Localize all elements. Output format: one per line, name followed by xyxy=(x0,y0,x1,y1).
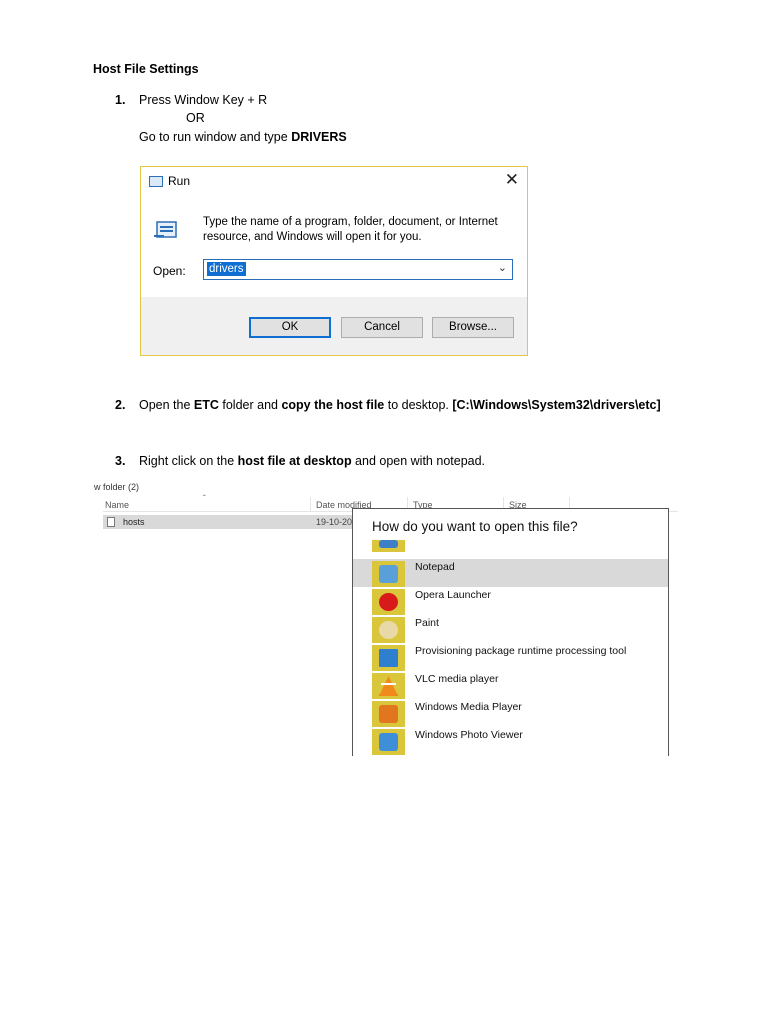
file-row-hosts[interactable]: hosts 19-10-20 xyxy=(103,515,353,529)
step-2-text: Open the ETC folder and copy the host fi… xyxy=(139,398,661,412)
open-combobox-value: drivers xyxy=(207,262,246,276)
app-label: VLC media player xyxy=(415,673,499,685)
run-app-icon xyxy=(149,175,163,187)
app-label: Windows Photo Viewer xyxy=(415,729,523,741)
media-player-icon xyxy=(372,701,405,727)
app-item-vlc[interactable]: VLC media player xyxy=(353,671,668,699)
cancel-button[interactable]: Cancel xyxy=(341,317,423,338)
run-description: Type the name of a program, folder, docu… xyxy=(203,216,498,243)
step-1-line-3: Go to run window and type DRIVERS xyxy=(139,130,347,144)
open-label: Open: xyxy=(153,264,186,278)
app-label: Notepad xyxy=(415,561,455,573)
ok-button[interactable]: OK xyxy=(249,317,331,338)
app-label: Paint xyxy=(415,617,439,629)
app-item-provisioning[interactable]: Provisioning package runtime processing … xyxy=(353,643,668,671)
app-item-media-player[interactable]: Windows Media Player xyxy=(353,699,668,727)
chevron-down-icon[interactable]: ⌄ xyxy=(498,261,507,274)
photo-viewer-icon xyxy=(372,729,405,755)
open-combobox[interactable]: drivers ⌄ xyxy=(203,259,513,280)
file-icon xyxy=(107,517,115,527)
step-1-line-1: Press Window Key + R xyxy=(139,93,268,107)
run-large-icon xyxy=(154,221,177,238)
app-item-opera[interactable]: Opera Launcher xyxy=(353,587,668,615)
open-with-dialog: How do you want to open this file? Notep… xyxy=(352,508,669,756)
run-title-bar: Run xyxy=(149,174,190,188)
step-1-number: 1. xyxy=(115,93,126,107)
close-icon[interactable]: ✕ xyxy=(505,171,519,189)
column-name[interactable]: Name xyxy=(105,500,129,510)
step-1-or: OR xyxy=(186,111,205,125)
step-3-text: Right click on the host file at desktop … xyxy=(139,454,486,468)
open-with-title: How do you want to open this file? xyxy=(372,519,578,534)
opera-icon xyxy=(372,589,405,615)
app-label: Opera Launcher xyxy=(415,589,491,601)
step-2-number: 2. xyxy=(115,398,126,412)
explorer-folder-label: w folder (2) xyxy=(94,482,140,492)
vlc-icon xyxy=(372,673,405,699)
app-item-paint[interactable]: Paint xyxy=(353,615,668,643)
app-item-photo-viewer[interactable]: Windows Photo Viewer xyxy=(353,727,668,755)
file-name: hosts xyxy=(123,517,145,527)
notepad-icon xyxy=(372,561,405,587)
app-label: Windows Media Player xyxy=(415,701,522,713)
run-dialog: Run ✕ Type the name of a program, folder… xyxy=(140,166,528,356)
page-heading: Host File Settings xyxy=(93,62,199,76)
sort-arrow-icon: ˆ xyxy=(203,494,206,503)
browse-button[interactable]: Browse... xyxy=(432,317,514,338)
step-3-number: 3. xyxy=(115,454,126,468)
file-date: 19-10-20 xyxy=(316,517,353,527)
provisioning-icon xyxy=(372,645,405,671)
app-icon-partial xyxy=(372,540,405,552)
paint-icon xyxy=(372,617,405,643)
run-title: Run xyxy=(168,174,191,188)
app-label: Provisioning package runtime processing … xyxy=(415,645,627,657)
app-item-notepad[interactable]: Notepad xyxy=(353,559,668,587)
